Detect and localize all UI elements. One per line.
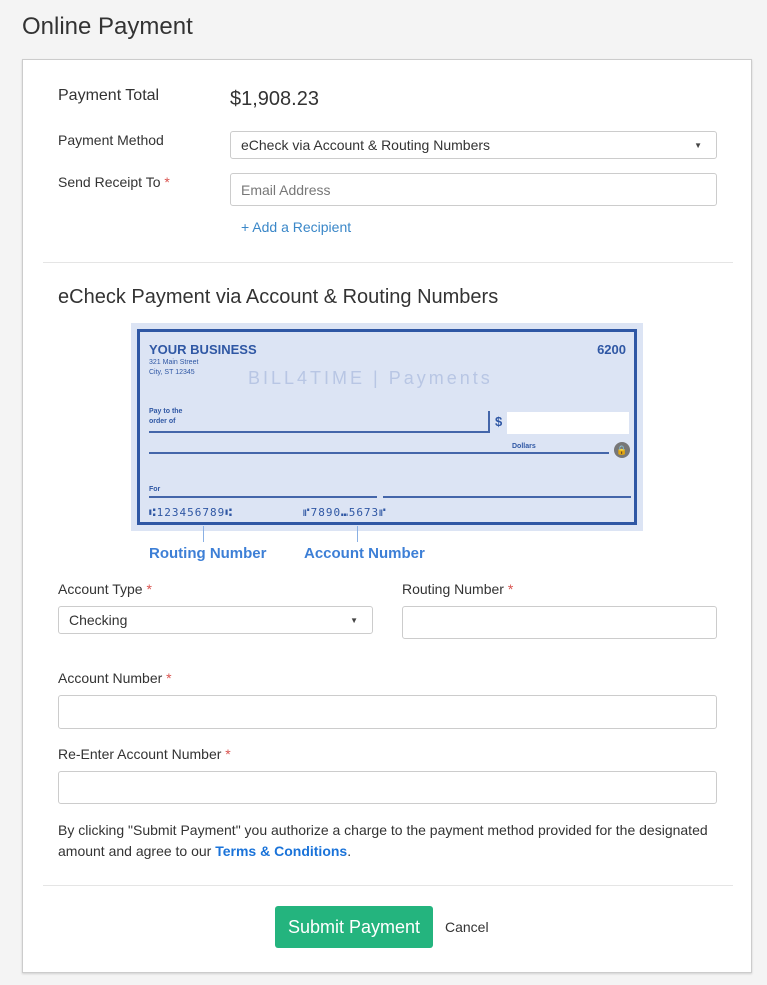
section-heading: eCheck Payment via Account & Routing Num… bbox=[58, 286, 499, 308]
check-illustration: YOUR BUSINESS 321 Main Street City, ST 1… bbox=[131, 323, 643, 531]
account-type-label: Account Type * bbox=[58, 581, 152, 597]
terms-link[interactable]: Terms & Conditions bbox=[215, 843, 347, 859]
receipt-label: Send Receipt To * bbox=[58, 174, 170, 190]
divider bbox=[43, 262, 733, 263]
reenter-account-input[interactable] bbox=[58, 771, 717, 804]
routing-label: Routing Number * bbox=[402, 581, 514, 597]
account-type-value: Checking bbox=[69, 612, 128, 628]
reenter-label: Re-Enter Account Number * bbox=[58, 746, 231, 762]
caret-down-icon: ▼ bbox=[694, 140, 702, 150]
email-placeholder: Email Address bbox=[241, 181, 331, 198]
divider bbox=[43, 885, 733, 886]
payment-total-label: Payment Total bbox=[58, 87, 160, 104]
payment-method-label: Payment Method bbox=[58, 132, 164, 148]
lock-icon: 🔒 bbox=[614, 442, 630, 458]
payment-total-value: $1,908.23 bbox=[230, 88, 319, 110]
submit-payment-button[interactable]: Submit Payment bbox=[275, 906, 433, 948]
account-number-label: Account Number * bbox=[58, 670, 172, 686]
routing-number-input[interactable] bbox=[402, 606, 717, 639]
cancel-link[interactable]: Cancel bbox=[445, 919, 489, 935]
account-caption: Account Number bbox=[304, 545, 425, 562]
payment-method-value: eCheck via Account & Routing Numbers bbox=[241, 137, 491, 153]
account-number-input[interactable] bbox=[58, 695, 717, 729]
page-title: Online Payment bbox=[22, 13, 193, 40]
payment-method-select[interactable]: eCheck via Account & Routing Numbers ▼ bbox=[230, 131, 717, 159]
payment-card: Payment Total $1,908.23 Payment Method e… bbox=[22, 59, 752, 973]
caret-down-icon: ▼ bbox=[350, 615, 358, 625]
disclaimer: By clicking "Submit Payment" you authori… bbox=[58, 822, 708, 859]
account-type-select[interactable]: Checking ▼ bbox=[58, 606, 373, 634]
email-field[interactable]: Email Address bbox=[230, 173, 717, 206]
add-recipient-link[interactable]: + Add a Recipient bbox=[241, 219, 351, 235]
routing-caption: Routing Number bbox=[149, 545, 267, 562]
